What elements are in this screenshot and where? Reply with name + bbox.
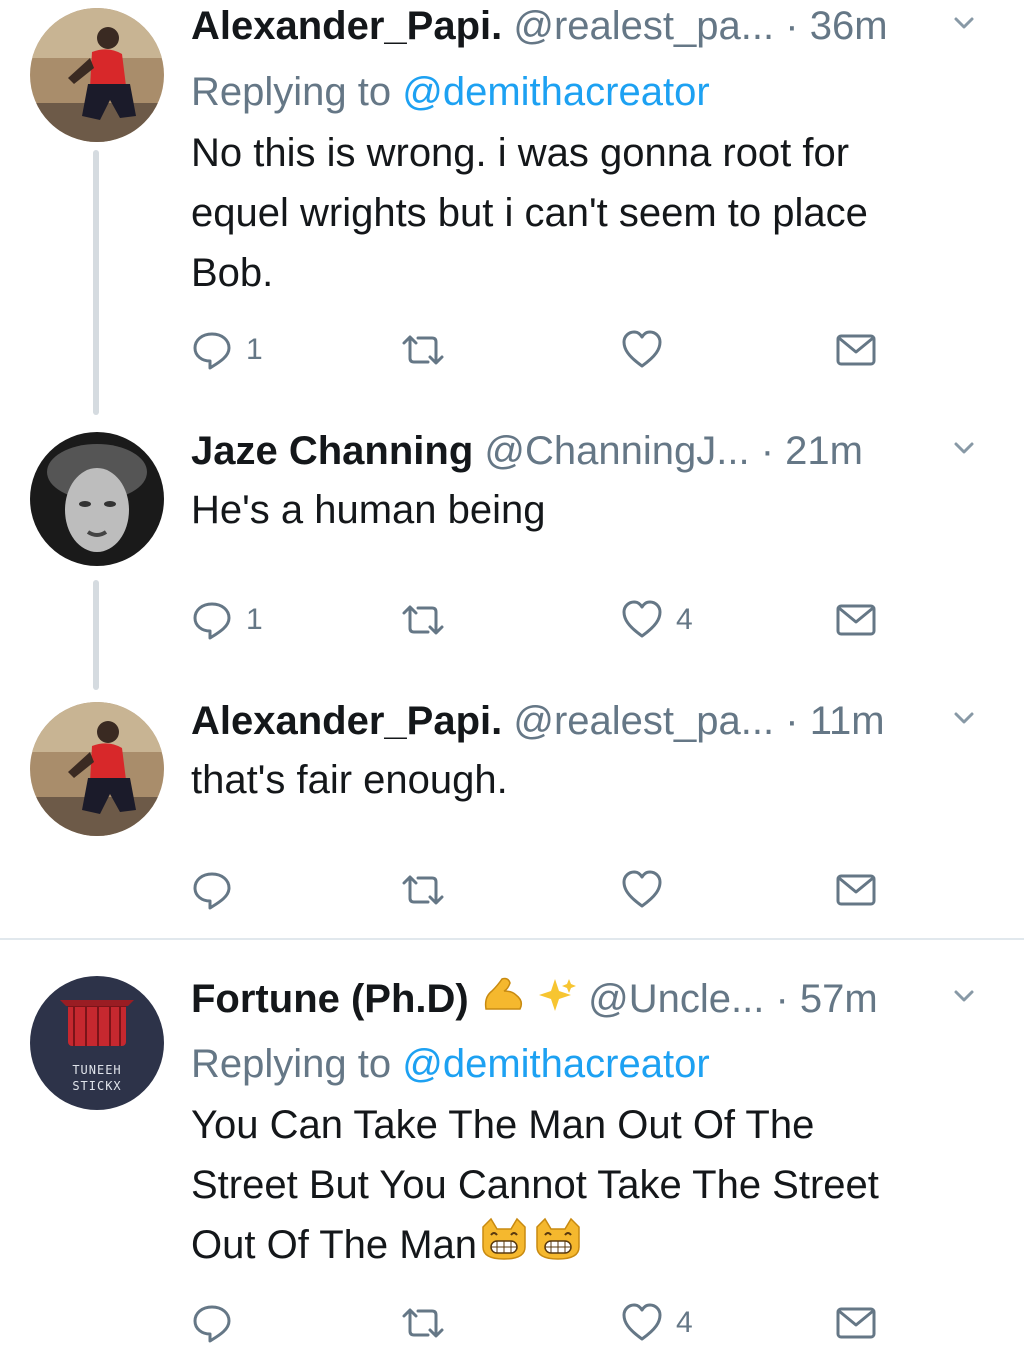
chevron-down-icon[interactable] — [944, 698, 984, 738]
like-count: 4 — [676, 603, 693, 636]
user-handle[interactable]: @ChanningJ... — [484, 429, 749, 473]
timestamp[interactable]: 57m — [800, 977, 878, 1021]
tweet-header: Alexander_Papi. @realest_pa... · 11m — [191, 696, 984, 746]
heart-icon — [622, 330, 662, 368]
tweet-text: You Can Take The Man Out Of The Street B… — [191, 1095, 991, 1278]
tweet-2[interactable]: Jaze Channing @ChanningJ... · 21m He's a… — [0, 420, 1024, 680]
chevron-down-icon[interactable] — [944, 3, 984, 43]
grinning-cat-icon — [477, 1217, 531, 1278]
tweet-text: that's fair enough. — [191, 750, 991, 810]
avatar[interactable]: TUNEEH STICKX — [30, 976, 164, 1110]
tweet-text: He's a human being — [191, 480, 991, 540]
like-button[interactable] — [620, 325, 676, 375]
heart-icon — [622, 1303, 662, 1341]
dm-button[interactable] — [834, 865, 878, 915]
chevron-down-icon[interactable] — [944, 976, 984, 1016]
dm-button[interactable] — [834, 325, 878, 375]
grinning-cat-icon — [531, 1217, 585, 1278]
tweet-text-line: Bob. — [191, 251, 274, 295]
reply-bubble-icon — [193, 872, 231, 910]
separator-dot: · — [760, 429, 775, 473]
tweet-actions: 1 4 — [190, 595, 890, 645]
envelope-icon — [836, 334, 876, 366]
retweet-icon — [402, 335, 444, 365]
tweet-4[interactable]: TUNEEH STICKX Fortune (Ph.D) @Uncle... ·… — [0, 968, 1024, 1358]
retweet-button[interactable] — [398, 1298, 448, 1348]
avatar[interactable] — [30, 8, 164, 142]
display-name[interactable]: Alexander_Papi. — [191, 699, 502, 743]
chevron-down-icon[interactable] — [944, 428, 984, 468]
dm-button[interactable] — [834, 1298, 878, 1348]
avatar-text-line: TUNEEH — [72, 1063, 121, 1077]
mention-link[interactable]: @demithacreator — [402, 70, 709, 114]
retweet-icon — [402, 875, 444, 905]
tweet-3[interactable]: Alexander_Papi. @realest_pa... · 11m tha… — [0, 690, 1024, 935]
reply-count: 1 — [246, 603, 263, 636]
tweet-actions: 1 — [190, 325, 890, 375]
replying-to: Replying to @demithacreator — [191, 1039, 710, 1089]
reply-button[interactable]: 1 — [190, 325, 263, 375]
dm-button[interactable] — [834, 595, 878, 645]
retweet-icon — [402, 1308, 444, 1338]
retweet-button[interactable] — [398, 595, 448, 645]
tweet-text-fragment: Out Of The Man — [191, 1223, 478, 1267]
envelope-icon — [836, 1307, 876, 1339]
tweet-text-line: Street But You Cannot Take The Street — [191, 1163, 879, 1207]
retweet-icon — [402, 605, 444, 635]
tweet-text-line: Out Of The Man — [191, 1215, 991, 1278]
avatar[interactable] — [30, 702, 164, 836]
tweet-text-line: equel wrights but i can't seem to place — [191, 191, 868, 235]
display-name[interactable]: Jaze Channing — [191, 429, 473, 473]
tweet-header: Fortune (Ph.D) @Uncle... · 57m — [191, 974, 984, 1024]
reply-button[interactable] — [190, 1298, 246, 1348]
user-handle[interactable]: @realest_pa... — [513, 4, 774, 48]
flexed-biceps-icon — [480, 975, 526, 1027]
separator-dot: · — [775, 977, 789, 1021]
heart-icon — [622, 870, 662, 908]
retweet-button[interactable] — [398, 325, 448, 375]
timestamp[interactable]: 36m — [810, 4, 888, 48]
tweet-text-line: You Can Take The Man Out Of The — [191, 1103, 815, 1147]
tweet-header: Alexander_Papi. @realest_pa... · 36m — [191, 1, 984, 51]
sparkles-icon — [537, 975, 577, 1027]
tweet-divider — [0, 938, 1024, 940]
replying-to: Replying to @demithacreator — [191, 67, 710, 117]
tweet-text: No this is wrong. i was gonna root for e… — [191, 123, 991, 303]
reply-bubble-icon — [193, 332, 231, 370]
reply-bubble-icon — [193, 602, 231, 640]
user-handle[interactable]: @Uncle... — [588, 977, 764, 1021]
reply-bubble-icon — [193, 1305, 231, 1343]
retweet-button[interactable] — [398, 865, 448, 915]
tweet-header: Jaze Channing @ChanningJ... · 21m — [191, 426, 984, 476]
reply-button[interactable]: 1 — [190, 595, 263, 645]
like-count: 4 — [676, 1306, 693, 1339]
like-button[interactable] — [620, 865, 676, 915]
replying-to-label: Replying to — [191, 1042, 392, 1086]
like-button[interactable]: 4 — [620, 595, 693, 645]
tweet-actions — [190, 865, 890, 915]
tweet-text-line: No this is wrong. i was gonna root for — [191, 131, 850, 175]
tweet-text-line: that's fair enough. — [191, 758, 508, 802]
heart-icon — [622, 600, 662, 638]
tweet-text-line: He's a human being — [191, 488, 546, 532]
display-name[interactable]: Alexander_Papi. — [191, 4, 502, 48]
user-handle[interactable]: @realest_pa... — [513, 699, 774, 743]
avatar-text-line: STICKX — [72, 1079, 121, 1093]
tweet-1[interactable]: Alexander_Papi. @realest_pa... · 36m Rep… — [0, 0, 1024, 410]
mention-link[interactable]: @demithacreator — [402, 1042, 709, 1086]
envelope-icon — [836, 874, 876, 906]
timestamp[interactable]: 11m — [810, 699, 885, 743]
avatar[interactable] — [30, 432, 164, 566]
separator-dot: · — [785, 4, 799, 48]
display-name[interactable]: Fortune (Ph.D) — [191, 977, 469, 1021]
replying-to-label: Replying to — [191, 70, 392, 114]
timestamp[interactable]: 21m — [785, 429, 863, 473]
tweet-actions: 4 — [190, 1298, 890, 1348]
like-button[interactable]: 4 — [620, 1298, 693, 1348]
envelope-icon — [836, 604, 876, 636]
reply-count: 1 — [246, 333, 263, 366]
reply-button[interactable] — [190, 865, 246, 915]
separator-dot: · — [785, 699, 799, 743]
